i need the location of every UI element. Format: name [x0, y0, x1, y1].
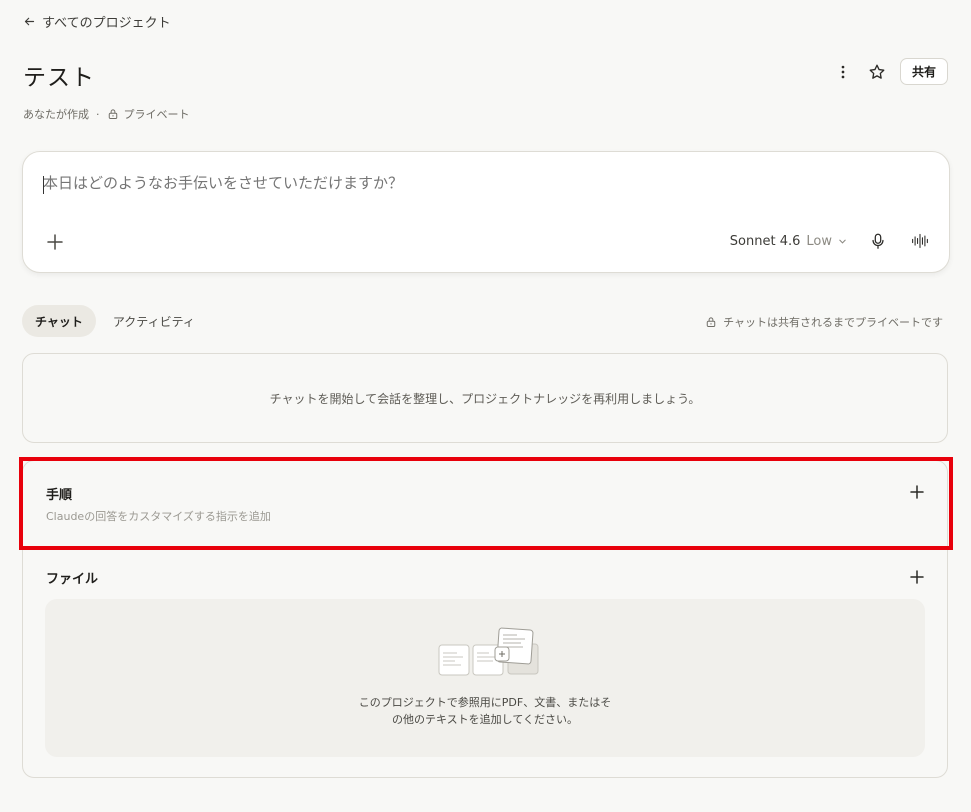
message-input[interactable] — [43, 174, 903, 192]
model-name: Sonnet 4.6 — [729, 233, 801, 249]
star-button[interactable] — [866, 61, 888, 83]
chevron-down-icon — [839, 239, 846, 244]
project-title: テスト — [23, 65, 95, 91]
files-empty-line-2: の他のテキストを追加してください。 — [391, 713, 578, 726]
back-link-label: すべてのプロジェクト — [42, 16, 171, 31]
star-icon — [869, 64, 885, 79]
audio-waveform-icon — [912, 233, 928, 249]
effort-level: Low — [806, 233, 832, 249]
chats-empty-text: チャットを開始して会話を整理し、プロジェクトナレッジを再利用しましょう。 — [269, 391, 701, 406]
documents-illustration-icon — [438, 627, 539, 676]
message-composer: Sonnet 4.6 Low — [22, 151, 950, 273]
tab-chats[interactable]: チャット — [22, 305, 96, 337]
chat-tabs: チャット アクティビティ — [22, 305, 208, 337]
back-to-all-projects-link[interactable]: すべてのプロジェクト — [23, 12, 171, 31]
add-files-button[interactable] — [909, 569, 927, 587]
project-meta: あなたが作成 · プライベート — [23, 106, 190, 122]
chats-empty-state: チャットを開始して会話を整理し、プロジェクトナレッジを再利用しましょう。 — [22, 353, 948, 443]
created-by-label: あなたが作成 — [23, 108, 89, 121]
files-empty-line-1: このプロジェクトで参照用にPDF、文書、またはそ — [358, 696, 612, 709]
more-vertical-icon — [841, 65, 845, 78]
composer-controls: Sonnet 4.6 Low — [730, 230, 931, 252]
visibility-label: プライベート — [123, 108, 190, 121]
lock-icon — [108, 109, 117, 119]
instructions-highlight-box — [19, 457, 953, 550]
more-options-button[interactable] — [832, 61, 854, 83]
plus-icon — [47, 234, 63, 250]
text-caret — [43, 176, 44, 194]
voice-mode-button[interactable] — [909, 230, 931, 252]
lock-icon — [706, 317, 716, 327]
files-title: ファイル — [46, 572, 99, 587]
tab-activity[interactable]: アクティビティ — [100, 305, 208, 337]
share-button[interactable]: 共有 — [899, 58, 948, 85]
files-dropzone[interactable]: このプロジェクトで参照用にPDF、文書、またはそ の他のテキストを追加してくださ… — [45, 599, 925, 757]
meta-separator: · — [96, 107, 100, 121]
plus-icon — [910, 570, 924, 584]
project-actions: 共有 — [832, 58, 948, 85]
dictation-button[interactable] — [867, 230, 889, 252]
arrow-left-icon — [24, 17, 35, 26]
microphone-icon — [872, 233, 884, 249]
chat-privacy-note: チャットは共有されるまでプライベートです — [705, 314, 943, 330]
files-empty-text: このプロジェクトで参照用にPDF、文書、またはそ の他のテキストを追加してくださ… — [45, 694, 925, 728]
privacy-note-text: チャットは共有されるまでプライベートです — [723, 316, 943, 329]
add-attachment-button[interactable] — [45, 232, 67, 254]
model-selector[interactable]: Sonnet 4.6 Low — [730, 234, 847, 249]
